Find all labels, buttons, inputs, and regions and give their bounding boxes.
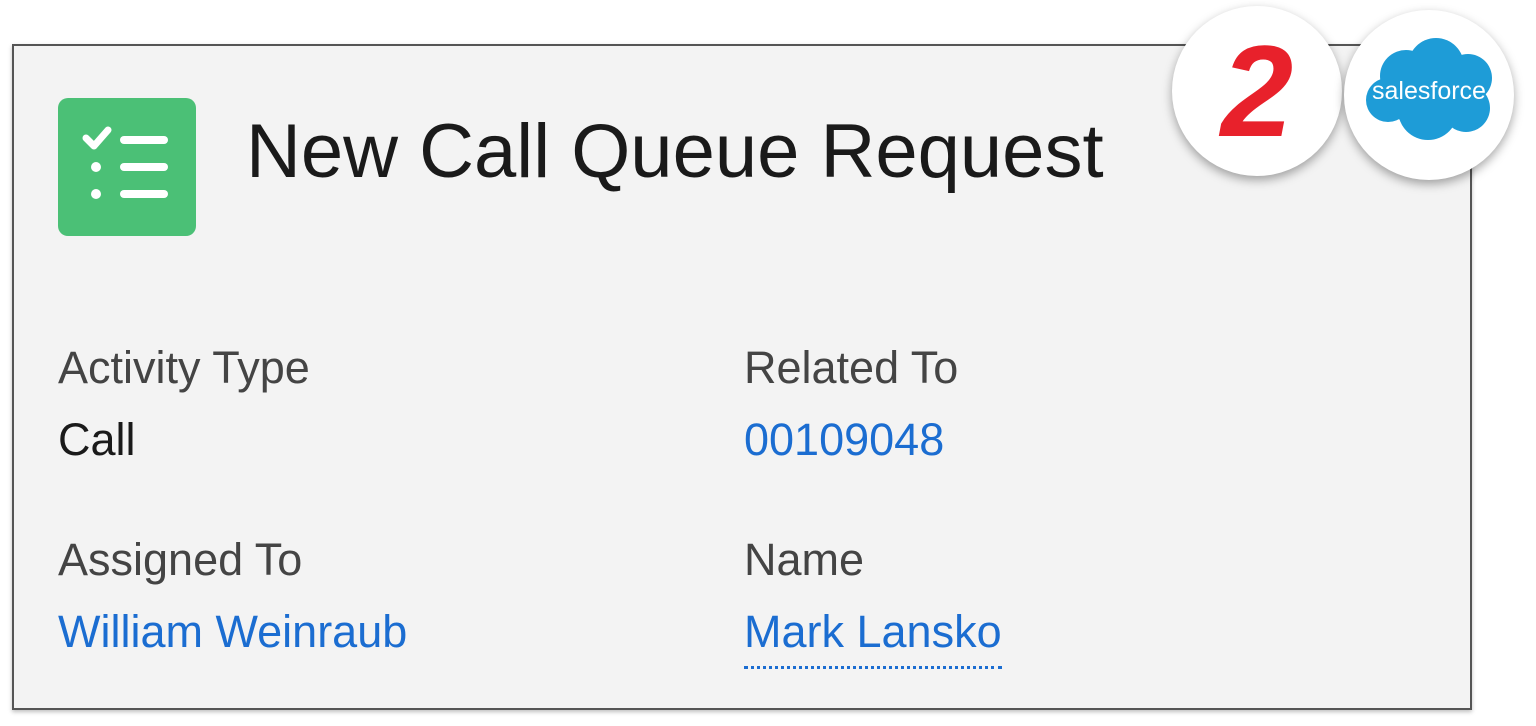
- page-title: New Call Queue Request: [246, 109, 1104, 194]
- task-list-icon: [58, 98, 196, 236]
- step-number: 2: [1220, 18, 1294, 164]
- name-label: Name: [744, 534, 865, 585]
- assigned-to-link[interactable]: William Weinraub: [58, 604, 407, 660]
- activity-type-label: Activity Type: [58, 342, 310, 393]
- name-link[interactable]: Mark Lansko: [744, 604, 1002, 669]
- step-number-badge: 2: [1172, 6, 1342, 176]
- related-to-link[interactable]: 00109048: [744, 412, 944, 468]
- related-to-label: Related To: [744, 342, 959, 393]
- activity-type-value: Call: [58, 414, 136, 465]
- salesforce-logo-badge: salesforce: [1344, 10, 1514, 180]
- salesforce-logo-text: salesforce: [1372, 77, 1486, 105]
- assigned-to-label: Assigned To: [58, 534, 303, 585]
